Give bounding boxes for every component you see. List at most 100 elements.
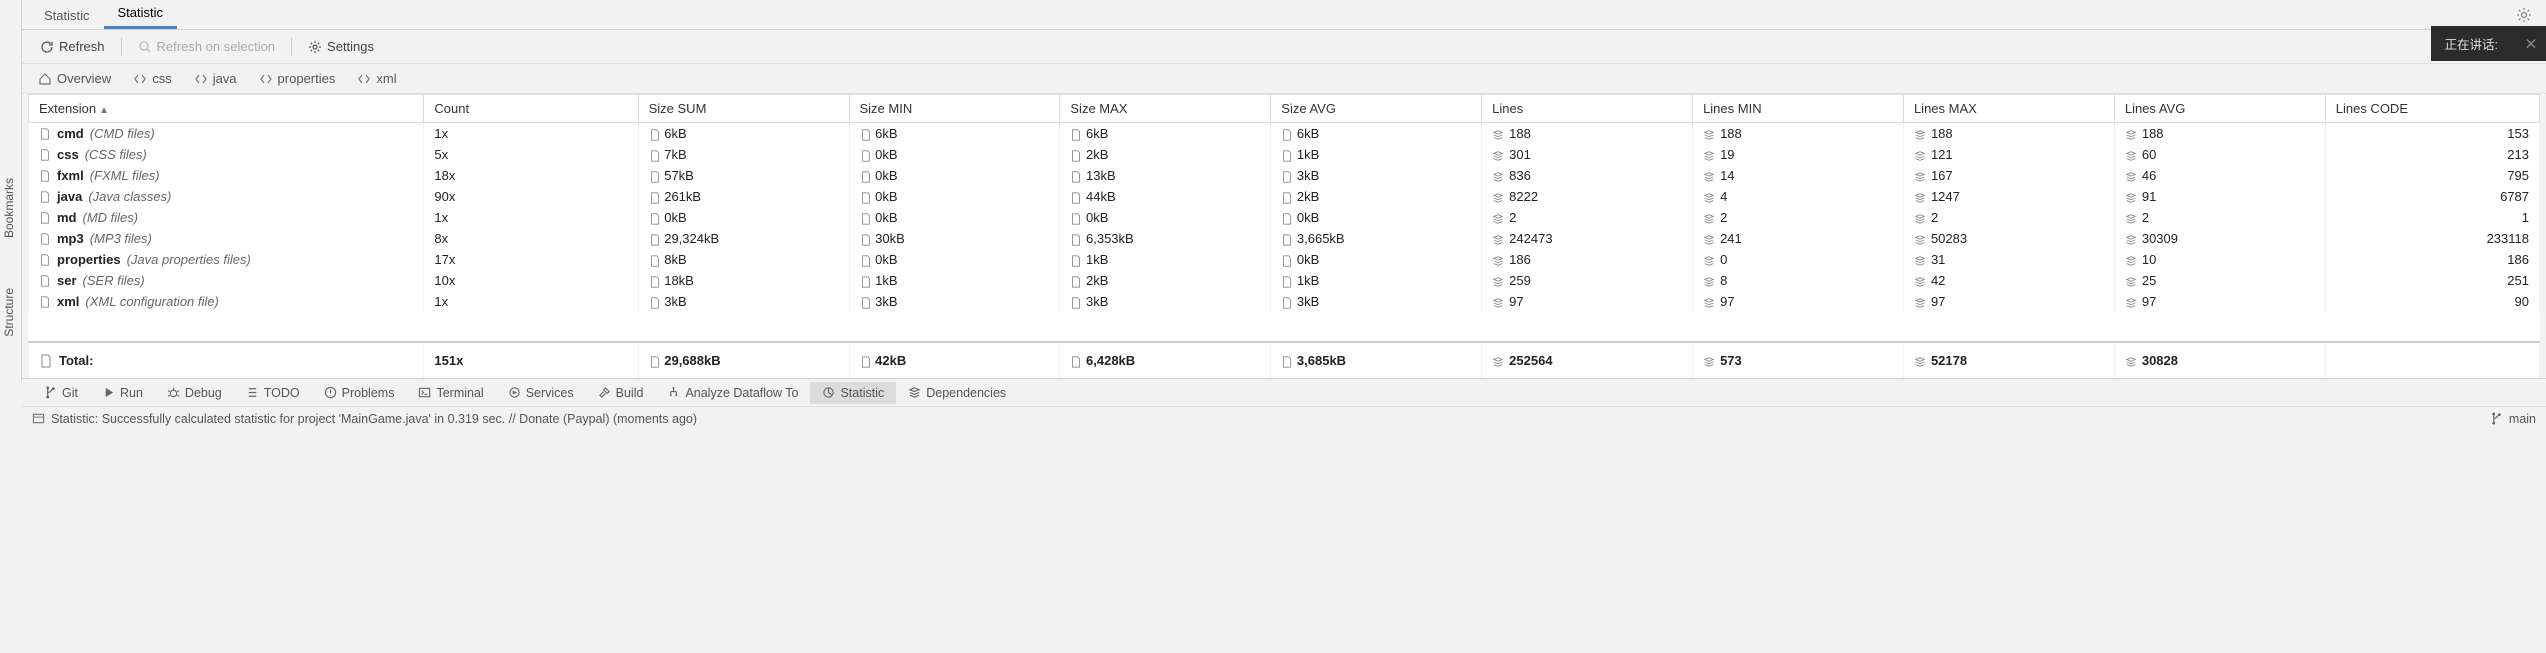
tool-run[interactable]: Run xyxy=(90,382,155,404)
tab-statistic-1[interactable]: Statistic xyxy=(30,2,104,29)
column-header-lines-code[interactable]: Lines CODE xyxy=(2325,95,2539,123)
sidebar-tab-bookmarks[interactable]: Bookmarks xyxy=(0,170,18,246)
branch-icon xyxy=(2490,412,2503,425)
cell-lines-code: 6787 xyxy=(2325,186,2539,207)
breadcrumb-css[interactable]: css xyxy=(127,68,178,89)
ext-desc: (FXML files) xyxy=(90,168,160,183)
sidebar-label: Structure xyxy=(2,288,16,337)
total-lines-min: 573 xyxy=(1693,342,1904,378)
settings-button[interactable]: Settings xyxy=(300,35,382,58)
total-label: Total: xyxy=(59,353,93,368)
tool-services[interactable]: Services xyxy=(496,382,586,404)
breadcrumb-overview[interactable]: Overview xyxy=(32,68,117,89)
cell-lines-max: 121 xyxy=(1903,144,2114,165)
cell-lines-min: 0 xyxy=(1693,249,1904,270)
stack-icon xyxy=(1492,192,1504,204)
cell-lines-min: 2 xyxy=(1693,207,1904,228)
column-header-size-min[interactable]: Size MIN xyxy=(849,95,1060,123)
tool-analyze[interactable]: Analyze Dataflow To xyxy=(655,382,810,404)
cell-size-sum: 18kB xyxy=(638,270,849,291)
column-header-size-sum[interactable]: Size SUM xyxy=(638,95,849,123)
file-icon xyxy=(649,150,661,162)
ext-name: properties xyxy=(57,252,121,267)
table-row[interactable]: mp3 (MP3 files)8x 29,324kB 30kB 6,353kB … xyxy=(29,228,2540,249)
breadcrumb-java[interactable]: java xyxy=(188,68,243,89)
refresh-label: Refresh xyxy=(59,39,105,54)
cell-size-max: 2kB xyxy=(1060,144,1271,165)
stack-icon xyxy=(1703,234,1715,246)
column-header-size-avg[interactable]: Size AVG xyxy=(1271,95,1482,123)
btn-label: Debug xyxy=(185,386,222,400)
toolbar: Refresh Refresh on selection Settings xyxy=(22,30,2546,64)
code-icon xyxy=(259,72,273,86)
cell-count: 1x xyxy=(424,291,638,312)
tool-terminal[interactable]: Terminal xyxy=(406,382,495,404)
stack-icon xyxy=(1492,213,1504,225)
file-icon xyxy=(860,171,872,183)
header-label: Extension xyxy=(39,101,96,116)
window-icon[interactable] xyxy=(32,412,45,425)
statistics-table: Extension▲ Count Size SUM Size MIN Size … xyxy=(28,94,2540,378)
column-header-lines[interactable]: Lines xyxy=(1482,95,1693,123)
cell-lines-code: 1 xyxy=(2325,207,2539,228)
file-icon xyxy=(649,234,661,246)
cell-lines-avg: 2 xyxy=(2114,207,2325,228)
table-row[interactable]: md (MD files)1x 0kB 0kB 0kB 0kB22221 xyxy=(29,207,2540,228)
column-header-size-max[interactable]: Size MAX xyxy=(1060,95,1271,123)
tool-build[interactable]: Build xyxy=(586,382,656,404)
table-row[interactable]: xml (XML configuration file)1x 3kB 3kB 3… xyxy=(29,291,2540,312)
cell-size-sum: 6kB xyxy=(638,123,849,145)
breadcrumb: Overview css java properties xml xyxy=(22,64,2546,94)
column-header-count[interactable]: Count xyxy=(424,95,638,123)
cell-size-sum: 8kB xyxy=(638,249,849,270)
sidebar-tab-structure[interactable]: Structure xyxy=(0,280,18,345)
cell-size-min: 6kB xyxy=(849,123,1060,145)
breadcrumb-xml[interactable]: xml xyxy=(351,68,402,89)
tool-statistic[interactable]: Statistic xyxy=(810,382,896,404)
cell-lines-max: 2 xyxy=(1903,207,2114,228)
column-header-lines-avg[interactable]: Lines AVG xyxy=(2114,95,2325,123)
tool-git[interactable]: Git xyxy=(32,382,90,404)
gear-icon xyxy=(308,40,322,54)
refresh-button[interactable]: Refresh xyxy=(32,35,113,58)
file-icon xyxy=(860,234,872,246)
git-branch[interactable]: main xyxy=(2509,412,2536,426)
table-row[interactable]: properties (Java properties files)17x 8k… xyxy=(29,249,2540,270)
btn-label: Services xyxy=(526,386,574,400)
cell-lines-avg: 91 xyxy=(2114,186,2325,207)
close-icon[interactable] xyxy=(2524,36,2538,51)
table-row[interactable]: cmd (CMD files)1x 6kB 6kB 6kB 6kB1881881… xyxy=(29,123,2540,145)
cell-count: 10x xyxy=(424,270,638,291)
cell-lines-code: 795 xyxy=(2325,165,2539,186)
btn-label: Dependencies xyxy=(926,386,1006,400)
crumb-label: properties xyxy=(278,71,336,86)
code-icon xyxy=(133,72,147,86)
cell-size-avg: 1kB xyxy=(1271,144,1482,165)
table-row[interactable]: ser (SER files)10x 18kB 1kB 2kB 1kB25984… xyxy=(29,270,2540,291)
breadcrumb-properties[interactable]: properties xyxy=(253,68,342,89)
cell-extension: properties (Java properties files) xyxy=(29,249,424,270)
column-header-extension[interactable]: Extension▲ xyxy=(29,95,424,123)
cell-lines-avg: 97 xyxy=(2114,291,2325,312)
table-row[interactable]: css (CSS files)5x 7kB 0kB 2kB 1kB3011912… xyxy=(29,144,2540,165)
cell-lines-code: 213 xyxy=(2325,144,2539,165)
column-header-lines-max[interactable]: Lines MAX xyxy=(1903,95,2114,123)
tool-problems[interactable]: Problems xyxy=(312,382,407,404)
column-header-lines-min[interactable]: Lines MIN xyxy=(1693,95,1904,123)
table-row[interactable]: java (Java classes)90x 261kB 0kB 44kB 2k… xyxy=(29,186,2540,207)
total-lines-code xyxy=(2325,342,2539,378)
cell-extension: cmd (CMD files) xyxy=(29,123,424,145)
status-message[interactable]: Statistic: Successfully calculated stati… xyxy=(51,412,697,426)
stack-icon xyxy=(908,386,921,399)
tool-todo[interactable]: TODO xyxy=(234,382,312,404)
cell-lines: 259 xyxy=(1482,270,1693,291)
gear-icon[interactable] xyxy=(2516,6,2532,23)
file-icon xyxy=(1070,255,1082,267)
tool-dependencies[interactable]: Dependencies xyxy=(896,382,1018,404)
tab-statistic-2[interactable]: Statistic xyxy=(104,0,178,29)
table-row[interactable]: fxml (FXML files)18x 57kB 0kB 13kB 3kB83… xyxy=(29,165,2540,186)
ext-name: fxml xyxy=(57,168,84,183)
tool-debug[interactable]: Debug xyxy=(155,382,234,404)
cell-lines-code: 233118 xyxy=(2325,228,2539,249)
cell-size-max: 13kB xyxy=(1060,165,1271,186)
